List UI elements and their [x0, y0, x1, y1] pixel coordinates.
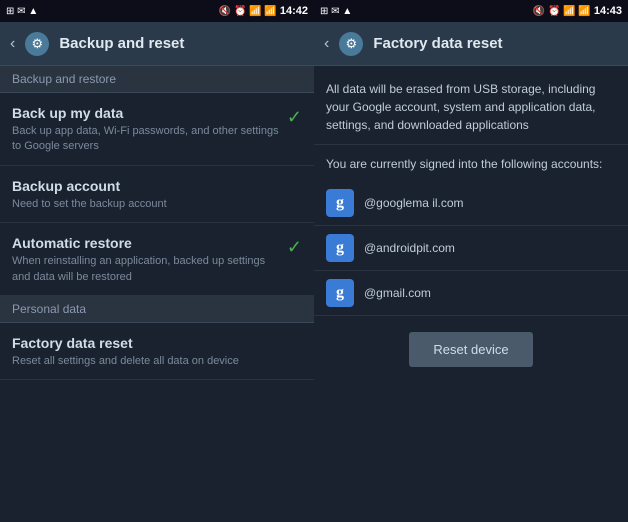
factory-reset-desc: Reset all settings and delete all data o…: [12, 354, 294, 369]
right-back-arrow[interactable]: ‹: [324, 35, 329, 53]
auto-restore-title: Automatic restore: [12, 235, 279, 251]
google-icon-2: g: [326, 279, 354, 307]
section-header-personal: Personal data: [0, 296, 314, 323]
backup-my-data-desc: Back up app data, Wi-Fi passwords, and o…: [12, 124, 279, 155]
setting-backup-account[interactable]: Backup account Need to set the backup ac…: [0, 166, 314, 223]
google-icon-1: g: [326, 234, 354, 262]
left-status-time: 14:42: [280, 5, 308, 17]
left-nav-header: ‹ ⚙ Backup and reset: [0, 22, 314, 66]
left-status-bar: ⊞ ✉ ▲ 🔇 ⏰ 📶 📶 14:42: [0, 0, 314, 22]
right-gear-icon: ⚙: [339, 32, 363, 56]
right-status-left-icons: ⊞ ✉ ▲: [320, 6, 352, 17]
right-status-right-icons: 🔇 ⏰ 📶 📶 14:43: [533, 5, 622, 17]
left-screen-content: Backup and restore Back up my data Back …: [0, 66, 314, 522]
left-status-right-icons: 🔇 ⏰ 📶 📶 14:42: [219, 5, 308, 17]
reset-warning-text: All data will be erased from USB storage…: [314, 66, 628, 145]
account-email-0: @googlema il.com: [364, 196, 464, 210]
factory-reset-title: Factory data reset: [12, 335, 294, 351]
auto-restore-desc: When reinstalling an application, backed…: [12, 254, 279, 285]
right-status-time: 14:43: [594, 5, 622, 17]
google-icon-0: g: [326, 189, 354, 217]
account-email-1: @androidpit.com: [364, 241, 455, 255]
right-nav-title: Factory data reset: [373, 35, 502, 52]
accounts-intro-text: You are currently signed into the follow…: [314, 145, 628, 181]
left-status-left-icons: ⊞ ✉ ▲: [6, 6, 38, 17]
right-system-icons: 🔇 ⏰ 📶 📶: [533, 6, 591, 17]
setting-auto-restore[interactable]: Automatic restore When reinstalling an a…: [0, 223, 314, 296]
account-item-0[interactable]: g @googlema il.com: [314, 181, 628, 226]
account-email-2: @gmail.com: [364, 286, 431, 300]
left-gear-icon: ⚙: [25, 32, 49, 56]
auto-restore-check: ✓: [287, 237, 302, 258]
left-nav-title: Backup and reset: [59, 35, 184, 52]
left-back-arrow[interactable]: ‹: [10, 35, 15, 53]
notification-icons: ⊞ ✉ ▲: [6, 6, 38, 17]
account-item-2[interactable]: g @gmail.com: [314, 271, 628, 316]
section-header-backup: Backup and restore: [0, 66, 314, 93]
right-nav-header: ‹ ⚙ Factory data reset: [314, 22, 628, 66]
right-notification-icons: ⊞ ✉ ▲: [320, 6, 352, 17]
setting-backup-my-data[interactable]: Back up my data Back up app data, Wi-Fi …: [0, 93, 314, 166]
setting-factory-reset[interactable]: Factory data reset Reset all settings an…: [0, 323, 314, 380]
reset-device-button[interactable]: Reset device: [409, 332, 532, 367]
account-item-1[interactable]: g @androidpit.com: [314, 226, 628, 271]
reset-button-container: Reset device: [314, 316, 628, 383]
backup-my-data-title: Back up my data: [12, 105, 279, 121]
left-phone-screen: ⊞ ✉ ▲ 🔇 ⏰ 📶 📶 14:42 ‹ ⚙ Backup and reset…: [0, 0, 314, 522]
backup-account-desc: Need to set the backup account: [12, 197, 294, 212]
backup-my-data-check: ✓: [287, 107, 302, 128]
right-screen-content: All data will be erased from USB storage…: [314, 66, 628, 522]
backup-account-title: Backup account: [12, 178, 294, 194]
right-status-bar: ⊞ ✉ ▲ 🔇 ⏰ 📶 📶 14:43: [314, 0, 628, 22]
right-phone-screen: ⊞ ✉ ▲ 🔇 ⏰ 📶 📶 14:43 ‹ ⚙ Factory data res…: [314, 0, 628, 522]
system-icons: 🔇 ⏰ 📶 📶: [219, 6, 277, 17]
